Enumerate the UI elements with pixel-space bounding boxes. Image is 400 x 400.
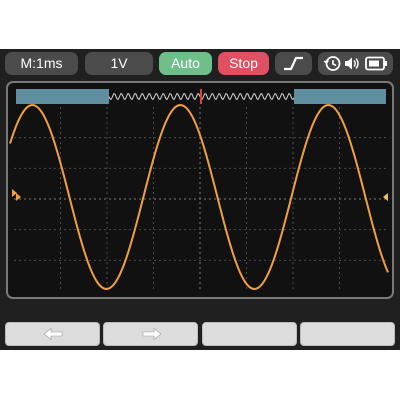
arrow-left-icon: [43, 327, 63, 341]
battery-icon: [365, 56, 387, 71]
memory-overview-bar[interactable]: [16, 89, 386, 104]
scroll-left-button[interactable]: [5, 322, 100, 346]
waveform-display[interactable]: [6, 81, 394, 299]
timebase-button[interactable]: M:1ms: [5, 52, 78, 75]
scroll-right-button[interactable]: [103, 322, 198, 346]
trigger-edge-button[interactable]: [275, 52, 312, 75]
softkey-4[interactable]: [300, 322, 395, 346]
trigger-level-marker[interactable]: [383, 193, 388, 201]
volts-per-div-button[interactable]: 1V: [85, 52, 153, 75]
status-icons-group: [318, 52, 393, 75]
waveform-canvas[interactable]: [8, 83, 392, 297]
softkey-3[interactable]: [202, 322, 297, 346]
auto-button[interactable]: Auto: [159, 52, 212, 75]
speaker-icon[interactable]: [345, 57, 359, 70]
stop-button[interactable]: Stop: [218, 52, 269, 75]
channel-waveform: [9, 103, 389, 291]
history-icon[interactable]: [323, 56, 341, 71]
rising-edge-icon: [284, 56, 303, 71]
arrow-right-icon: [142, 327, 162, 341]
